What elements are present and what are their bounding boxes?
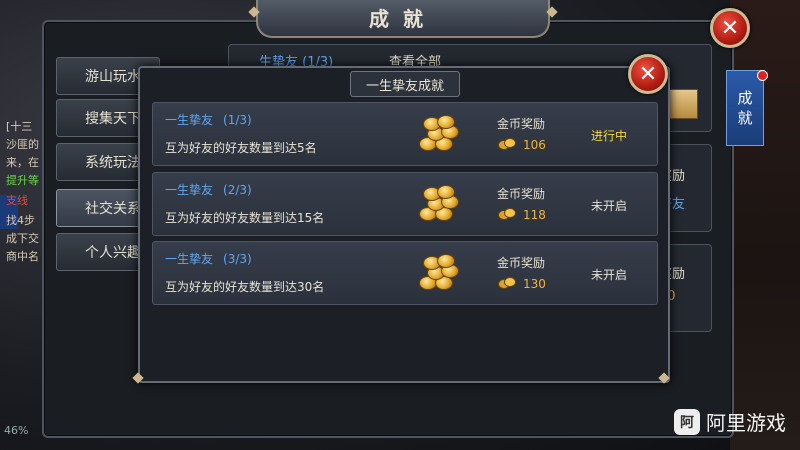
achievement-description: 互为好友的好友数量到达5名 — [165, 141, 317, 155]
hud-battery-percent: 46% — [4, 424, 29, 437]
hud-quest-line: [十三 — [6, 120, 33, 133]
friend-achievement-popup: 一生挚友成就 一生挚友 (1/3) 互为好友的好友数量到达5名 金币奖励 106 … — [138, 66, 670, 383]
close-icon: ✕ — [638, 61, 658, 87]
hud-quest-line: 支线 — [6, 194, 28, 207]
sidebar-item-label: 社交关系 — [85, 201, 141, 217]
watermark-text: 阿里游戏 — [706, 411, 786, 435]
sidebar-item-label: 游山玩水 — [85, 69, 141, 85]
achievement-side-tab[interactable]: 成 就 — [726, 70, 764, 146]
right-scenery — [730, 0, 800, 450]
popup-title: 一生挚友成就 — [365, 78, 444, 94]
watermark: 阿 阿里游戏 — [674, 407, 786, 436]
achievement-progress: (1/3) — [223, 113, 252, 127]
popup-title-plate: 一生挚友成就 — [350, 71, 460, 97]
sidebar-item-label: 个人兴趣 — [85, 245, 141, 261]
gold-coin-pile-icon — [415, 183, 459, 223]
achievement-name: 一生挚友 — [165, 183, 214, 197]
hud-quest-line: 成下交 — [6, 232, 39, 245]
background-action-button[interactable] — [666, 89, 698, 119]
reward-amount: 106 — [523, 138, 546, 152]
gold-coin-pile-icon — [415, 252, 459, 292]
hud-quest-line: 沙匪的 — [6, 138, 39, 151]
gold-coin-icon — [498, 277, 516, 289]
reward-label: 金币奖励 — [497, 256, 546, 270]
window-title-plate: 成就 — [256, 0, 550, 38]
window-close-button[interactable]: ✕ — [710, 8, 750, 48]
achievement-progress: (3/3) — [223, 252, 252, 266]
reward-label: 金币奖励 — [497, 187, 546, 201]
notification-dot — [757, 70, 768, 81]
achievement-row: 一生挚友 (1/3) 互为好友的好友数量到达5名 金币奖励 106 进行中 — [152, 102, 658, 166]
side-tab-label: 就 — [737, 109, 753, 127]
close-icon: ✕ — [720, 15, 740, 41]
achievement-status: 未开启 — [591, 268, 628, 282]
popup-close-button[interactable]: ✕ — [628, 54, 668, 94]
achievement-description: 互为好友的好友数量到达15名 — [165, 211, 325, 225]
gold-coin-icon — [498, 208, 516, 220]
sidebar-item-label: 搜集天下 — [85, 111, 141, 127]
sidebar-item-label: 系统玩法 — [85, 155, 141, 171]
hud-quest-line: 提升等 — [6, 174, 39, 187]
achievement-name: 一生挚友 — [165, 113, 214, 127]
watermark-logo-icon: 阿 — [674, 408, 700, 435]
reward-amount: 130 — [523, 277, 546, 291]
gold-coin-icon — [498, 138, 516, 150]
achievement-row: 一生挚友 (2/3) 互为好友的好友数量到达15名 金币奖励 118 未开启 — [152, 172, 658, 236]
hud-quest-line: 找4步 — [6, 214, 35, 227]
achievement-row: 一生挚友 (3/3) 互为好友的好友数量到达30名 金币奖励 130 未开启 — [152, 241, 658, 305]
reward-amount: 118 — [523, 208, 546, 222]
hud-quest-line: 商中名 — [6, 250, 39, 263]
achievement-progress: (2/3) — [223, 183, 252, 197]
window-title: 成就 — [369, 7, 437, 31]
side-tab-label: 成 — [737, 89, 753, 107]
reward-label: 金币奖励 — [497, 117, 546, 131]
hud-quest-line: 来，在 — [6, 156, 39, 169]
achievement-name: 一生挚友 — [165, 252, 214, 266]
achievement-description: 互为好友的好友数量到达30名 — [165, 280, 325, 294]
achievement-status: 未开启 — [591, 199, 628, 213]
gold-coin-pile-icon — [415, 113, 459, 153]
achievement-status: 进行中 — [591, 129, 628, 143]
